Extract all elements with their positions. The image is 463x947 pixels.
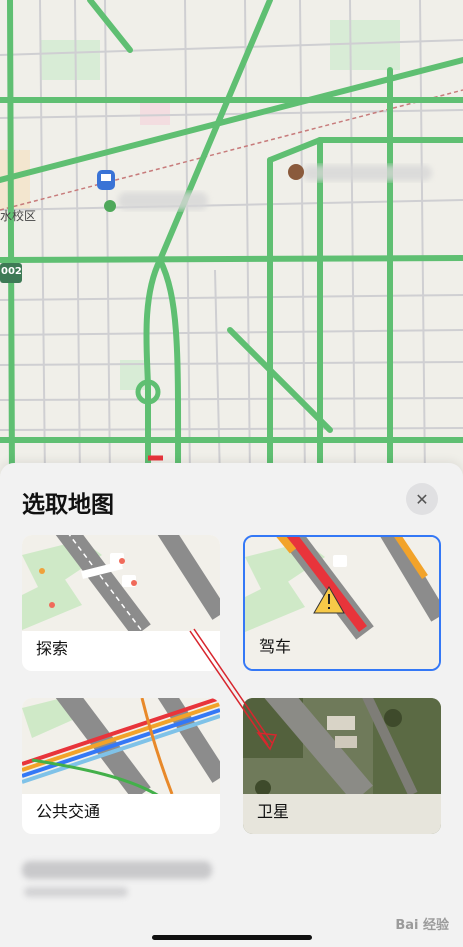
map-view[interactable]: 水校区 002 xyxy=(0,0,463,483)
home-indicator[interactable] xyxy=(152,935,312,940)
watermark: Bai 经验 xyxy=(395,918,449,933)
close-button[interactable]: ✕ xyxy=(406,483,438,515)
close-icon: ✕ xyxy=(415,489,429,509)
blurred-info-subrow xyxy=(24,887,128,897)
sheet-title: 选取地图 xyxy=(22,492,114,518)
district-label: 水校区 xyxy=(0,209,37,223)
road-shield-label: 002 xyxy=(1,266,22,277)
map-type-sheet: 选取地图 ✕ 探索 驾车 公共交通 卫星 Bai 经验 xyxy=(0,463,463,947)
annotation-arrow xyxy=(189,628,278,751)
blurred-info-row xyxy=(22,861,212,879)
